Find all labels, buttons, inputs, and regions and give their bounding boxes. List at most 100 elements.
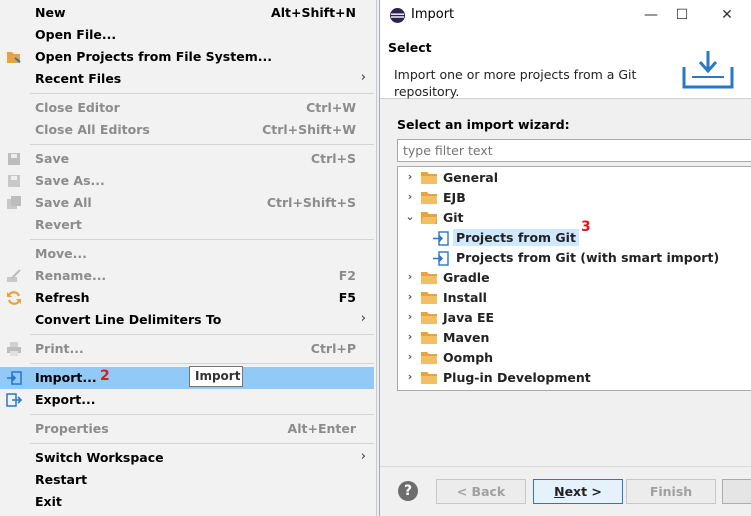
menu-item-print[interactable]: Print... Ctrl+P (0, 338, 377, 360)
menu-item-label: Save As... (35, 173, 105, 188)
menu-item-label: Save All (35, 195, 92, 210)
folder-icon (421, 272, 437, 284)
menu-item-import[interactable]: Import... (0, 367, 374, 389)
menu-item-export[interactable]: Export... (0, 389, 377, 411)
menu-item-open-projects[interactable]: Open Projects from File System... (0, 46, 377, 68)
collapsed-twisty-icon[interactable]: › (404, 330, 416, 343)
folder-icon (421, 192, 437, 204)
printer-icon (7, 342, 21, 356)
menu-item-rename[interactable]: Rename... F2 (0, 265, 377, 287)
tree-node-label: Plug-in Development (443, 370, 591, 385)
menu-item-label: Close Editor (35, 100, 120, 115)
menu-item-shortcut: Ctrl+Shift+W (262, 122, 356, 137)
folder-icon (421, 372, 437, 384)
import-dialog: Import — ☐ ✕ Select Import one or more p… (379, 0, 751, 516)
submenu-arrow-icon: › (360, 311, 366, 326)
menu-item-label: Revert (35, 217, 82, 232)
collapsed-twisty-icon[interactable]: › (404, 290, 416, 303)
folder-icon (421, 332, 437, 344)
collapsed-twisty-icon[interactable]: › (404, 190, 416, 203)
tree-node-label: Gradle (443, 270, 490, 285)
menu-item-recent-files[interactable]: Recent Files › (0, 68, 377, 90)
menu-item-shortcut: Alt+Enter (287, 421, 356, 436)
menu-item-close-editor[interactable]: Close Editor Ctrl+W (0, 97, 377, 119)
import-icon (433, 251, 449, 266)
menu-item-shortcut: Ctrl+W (306, 100, 356, 115)
menu-item-label: Move... (35, 246, 87, 261)
back-button[interactable]: < Back (436, 479, 526, 504)
dialog-title: Import (411, 7, 455, 22)
dialog-titlebar[interactable]: Import — ☐ ✕ (380, 0, 751, 31)
wizard-label: Select an import wizard: (397, 117, 570, 132)
import-icon (7, 371, 22, 385)
collapsed-twisty-icon[interactable]: › (404, 350, 416, 363)
menu-item-revert[interactable]: Revert (0, 214, 377, 236)
menu-item-convert-line-delimiters[interactable]: Convert Line Delimiters To › (0, 309, 377, 331)
finish-button[interactable]: Finish (626, 479, 716, 504)
export-icon (6, 393, 22, 407)
import-tooltip: Import (189, 366, 243, 387)
menu-item-label: Save (35, 151, 70, 166)
import-wizard-icon (682, 51, 734, 89)
menu-item-shortcut: F5 (338, 290, 356, 305)
submenu-arrow-icon: › (360, 449, 366, 464)
menu-item-label: Restart (35, 472, 88, 487)
folder-icon (421, 172, 437, 184)
step-badge-2: 2 (100, 368, 110, 384)
close-button[interactable]: ✕ (716, 4, 738, 26)
tree-node-label: Oomph (443, 350, 494, 365)
menu-item-new[interactable]: New Alt+Shift+N (0, 2, 377, 24)
tree-node-label: Install (443, 290, 487, 305)
menu-separator (30, 414, 374, 415)
menu-item-label: Import... (35, 370, 97, 385)
submenu-arrow-icon: › (360, 70, 366, 85)
menu-item-shortcut: Ctrl+S (310, 151, 356, 166)
menu-item-label: Rename... (35, 268, 107, 283)
menu-item-exit[interactable]: Exit (0, 491, 377, 513)
menu-item-label: Exit (35, 494, 62, 509)
cancel-button[interactable] (722, 479, 751, 504)
collapsed-twisty-icon[interactable]: › (404, 270, 416, 283)
menu-separator (30, 144, 374, 145)
menu-item-refresh[interactable]: Refresh F5 (0, 287, 377, 309)
minimize-button[interactable]: — (640, 4, 662, 26)
tree-node-label: EJB (443, 190, 466, 205)
menu-item-label: Export... (35, 392, 96, 407)
refresh-icon (7, 291, 21, 305)
collapsed-twisty-icon[interactable]: › (404, 370, 416, 383)
expanded-twisty-icon[interactable]: ⌄ (404, 210, 416, 223)
menu-item-save[interactable]: Save Ctrl+S (0, 148, 377, 170)
menu-item-switch-workspace[interactable]: Switch Workspace › (0, 447, 377, 469)
menu-item-restart[interactable]: Restart (0, 469, 377, 491)
next-button[interactable]: Next > (533, 479, 623, 504)
wizard-tree[interactable]: › General › EJB ⌄ Git Projects from Git … (397, 166, 751, 391)
folder-icon (421, 312, 437, 324)
next-label: ext > (564, 484, 602, 499)
menu-separator (30, 239, 374, 240)
menu-item-properties[interactable]: Properties Alt+Enter (0, 418, 377, 440)
menu-separator (30, 443, 374, 444)
maximize-button[interactable]: ☐ (671, 4, 693, 26)
menu-separator (30, 93, 374, 94)
collapsed-twisty-icon[interactable]: › (404, 170, 416, 183)
menu-item-open-file[interactable]: Open File... (0, 24, 377, 46)
menu-item-move[interactable]: Move... (0, 243, 377, 265)
tree-node-label: Git (443, 210, 464, 225)
step-badge-3: 3 (581, 219, 591, 235)
menu-item-shortcut: F2 (338, 268, 356, 283)
help-button[interactable]: ? (398, 481, 418, 501)
menu-item-label: New (35, 5, 66, 20)
menu-item-save-all[interactable]: Save All Ctrl+Shift+S (0, 192, 377, 214)
header-title: Select (388, 40, 432, 55)
menu-item-save-as[interactable]: Save As... (0, 170, 377, 192)
folder-open-icon (7, 52, 21, 63)
collapsed-twisty-icon[interactable]: › (404, 310, 416, 323)
menu-item-close-all-editors[interactable]: Close All Editors Ctrl+Shift+W (0, 119, 377, 141)
menu-separator (30, 334, 374, 335)
next-mnemonic: N (554, 484, 565, 499)
filter-input[interactable] (397, 139, 751, 162)
folder-open-icon (421, 212, 437, 224)
eclipse-icon (390, 8, 405, 23)
menu-item-shortcut: Ctrl+Shift+S (266, 195, 356, 210)
tree-leaf-label: Projects from Git (453, 229, 579, 246)
